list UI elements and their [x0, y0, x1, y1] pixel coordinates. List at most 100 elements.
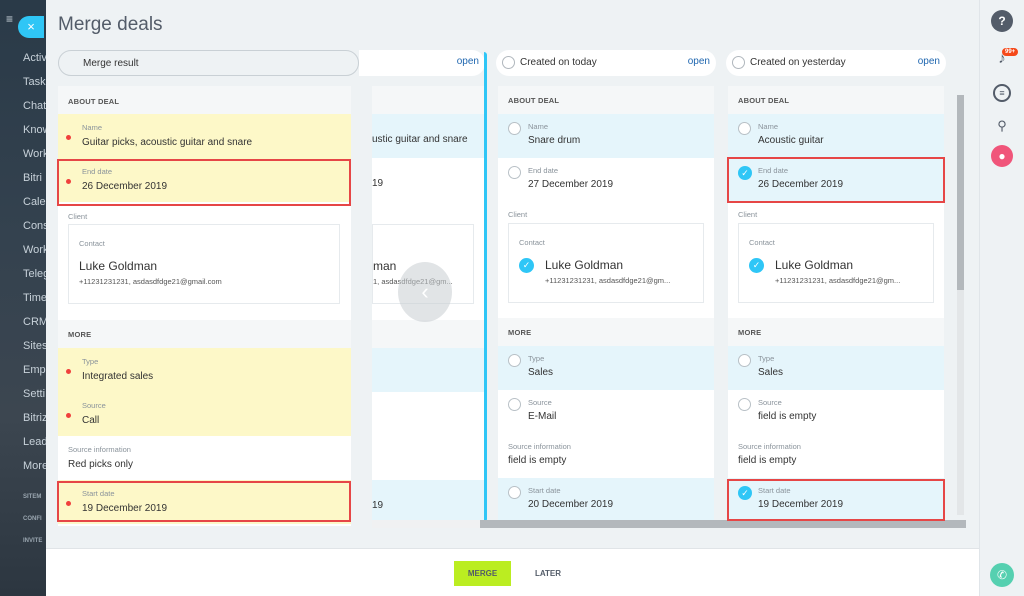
field-label: Source	[528, 398, 552, 407]
field-type[interactable]	[372, 348, 484, 392]
field-name[interactable]: Name Snare drum	[498, 114, 714, 158]
field-source-information[interactable]: Source information field is empty	[728, 434, 944, 478]
field-end-date[interactable]: 19	[372, 158, 484, 202]
field-name[interactable]: Name Guitar picks, acoustic guitar and s…	[58, 114, 351, 158]
bg-menu-item[interactable]: Cons	[23, 220, 46, 232]
field-name[interactable]: ustic guitar and snare	[372, 114, 484, 158]
field-end-date[interactable]: ✓ End date 26 December 2019	[728, 158, 944, 202]
section-header-bg	[372, 86, 484, 114]
bg-menu-item[interactable]: Cale	[23, 196, 46, 208]
vertical-scrollbar[interactable]	[957, 95, 964, 515]
field-label: Source information	[508, 442, 571, 451]
checkmark-icon[interactable]: ✓	[738, 486, 752, 500]
bg-menu-item[interactable]: Emp	[23, 364, 46, 376]
chevron-left-icon: ‹	[421, 279, 429, 304]
today-header[interactable]: Created on today open	[496, 50, 716, 76]
field-radio[interactable]	[738, 122, 751, 135]
merge-button[interactable]: MERGE	[454, 561, 511, 586]
contact-card[interactable]: Contact ✓ Luke Goldman +11231231231, asd…	[738, 223, 934, 303]
field-label: Start date	[758, 486, 791, 495]
contact-card[interactable]: Contact Luke Goldman +11231231231, asdas…	[68, 224, 340, 304]
contact-card[interactable]: Contact ✓ Luke Goldman +11231231231, asd…	[508, 223, 704, 303]
bg-menu-item[interactable]: Sites	[23, 340, 46, 352]
field-value: Guitar picks, acoustic guitar and snare	[82, 137, 253, 148]
field-source[interactable]: Source E-Mail	[498, 390, 714, 434]
field-source-information[interactable]: Source information Red picks only	[58, 436, 351, 480]
merge-result-label: Merge result	[83, 58, 139, 69]
changed-dot-icon	[66, 135, 71, 140]
contact-name: man	[373, 259, 397, 273]
bg-menu-item[interactable]: Lead	[23, 436, 46, 448]
merge-result-header: Merge result	[58, 50, 359, 76]
field-radio[interactable]	[508, 354, 521, 367]
field-type[interactable]: Type Sales	[498, 346, 714, 390]
checkmark-icon[interactable]: ✓	[749, 258, 764, 273]
client-label: Client	[738, 210, 758, 219]
phone-icon[interactable]: ✆	[990, 563, 1014, 587]
field-source[interactable]: Source Call	[58, 392, 351, 436]
notification-badge: 99+	[1002, 48, 1019, 56]
field-value: field is empty	[738, 455, 797, 466]
bg-menu-item[interactable]: Task	[23, 76, 46, 88]
help-icon[interactable]: ?	[991, 10, 1013, 32]
field-source[interactable]	[372, 392, 484, 436]
field-radio[interactable]	[508, 122, 521, 135]
open-link[interactable]: open	[457, 56, 479, 67]
horizontal-scrollbar[interactable]	[372, 520, 966, 528]
field-start-date[interactable]: Start date 19 December 2019	[58, 480, 351, 524]
field-start-date[interactable]: ✓ Start date 19 December 2019	[728, 478, 944, 520]
field-type[interactable]: Type Sales	[728, 346, 944, 390]
user-avatar-icon[interactable]: ●	[991, 145, 1013, 167]
field-start-date[interactable]: 19	[372, 480, 484, 520]
bg-menu-item[interactable]: Time	[23, 292, 46, 304]
open-link[interactable]: open	[918, 56, 940, 67]
bg-menu-item[interactable]: Work	[23, 244, 46, 256]
menu-icon[interactable]: ≡	[6, 13, 18, 25]
field-radio[interactable]	[508, 398, 521, 411]
checkmark-icon[interactable]: ✓	[738, 166, 752, 180]
field-type[interactable]: Type Integrated sales	[58, 348, 351, 392]
changed-dot-icon	[66, 413, 71, 418]
bg-menu-item[interactable]: More	[23, 460, 46, 472]
partial-column-header: open	[359, 50, 485, 76]
bg-menu-item[interactable]: Bitriz	[23, 412, 46, 424]
today-column: Created on today open	[496, 50, 716, 76]
field-end-date[interactable]: End date 26 December 2019	[58, 158, 351, 202]
field-value: Snare drum	[528, 135, 581, 146]
field-value: 19 December 2019	[82, 503, 168, 514]
checkmark-icon[interactable]: ✓	[519, 258, 534, 273]
field-label: Name	[82, 123, 103, 132]
search-icon[interactable]: ⚲	[991, 115, 1013, 137]
field-start-date[interactable]: Start date 20 December 2019	[498, 478, 714, 520]
changed-dot-icon	[66, 179, 71, 184]
field-source-information[interactable]: Source information field is empty	[498, 434, 714, 478]
open-link[interactable]: open	[688, 56, 710, 67]
later-button[interactable]: LATER	[524, 561, 572, 586]
field-radio[interactable]	[738, 398, 751, 411]
bg-menu-item[interactable]: Teleg	[23, 268, 46, 280]
bg-menu-item[interactable]: Activ	[23, 52, 46, 64]
bg-menu-item[interactable]: Chat	[23, 100, 46, 112]
field-radio[interactable]	[508, 166, 521, 179]
field-radio[interactable]	[738, 354, 751, 367]
bg-menu-item[interactable]: Know	[23, 124, 46, 136]
scrollbar-thumb[interactable]	[957, 95, 964, 290]
yesterday-card: ABOUT DEAL Name Acoustic guitar ✓ End da…	[728, 86, 944, 520]
changed-dot-icon	[66, 501, 71, 506]
field-name[interactable]: Name Acoustic guitar	[728, 114, 944, 158]
section-title-about: ABOUT DEAL	[738, 96, 790, 105]
field-radio[interactable]	[508, 486, 521, 499]
bg-menu-item[interactable]: CRM	[23, 316, 46, 328]
scrollbar-thumb[interactable]	[480, 520, 966, 528]
select-deal-radio[interactable]	[732, 56, 745, 69]
bg-menu-item[interactable]: Work	[23, 148, 46, 160]
field-end-date[interactable]: End date 27 December 2019	[498, 158, 714, 202]
select-deal-radio[interactable]	[502, 56, 515, 69]
bg-menu-item[interactable]: Bitri	[23, 172, 42, 184]
bg-menu-item[interactable]: Setti	[23, 388, 45, 400]
field-source[interactable]: Source field is empty	[728, 390, 944, 434]
scroll-left-arrow[interactable]: ‹	[398, 262, 452, 322]
close-slider-button[interactable]: ×	[18, 16, 44, 38]
chat-icon[interactable]: ≡	[993, 84, 1011, 102]
yesterday-header[interactable]: Created on yesterday open	[726, 50, 946, 76]
